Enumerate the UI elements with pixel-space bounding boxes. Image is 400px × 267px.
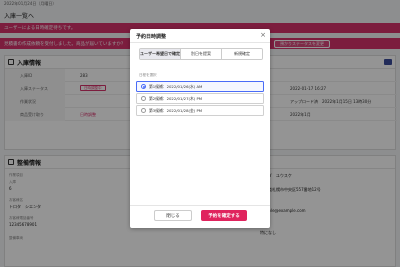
tab-bar: ユーザー希望日で確定 別日を提案 新規確定	[139, 48, 263, 60]
radio-checked-icon	[141, 84, 146, 89]
schedule-option[interactable]: 第2候補：2022/01/27(木) PM	[136, 93, 264, 104]
divider	[130, 42, 270, 43]
option-label: 第1候補：2022/01/26(水) AM	[149, 83, 203, 89]
tab-user-preferred[interactable]: ユーザー希望日で確定	[140, 49, 181, 59]
close-icon[interactable]: ×	[260, 31, 266, 39]
schedule-option[interactable]: 第1候補：2022/01/26(水) AM	[136, 81, 264, 92]
confirm-reservation-button[interactable]: 予約を確定する	[201, 210, 247, 221]
close-button[interactable]: 閉じる	[154, 210, 192, 221]
schedule-list-label: 日程を選択	[139, 73, 157, 77]
tab-new-confirm[interactable]: 新規確定	[222, 49, 262, 59]
divider	[130, 205, 270, 206]
radio-icon	[141, 108, 146, 113]
reservation-adjust-modal: 予約日時調整 × ユーザー希望日で確定 別日を提案 新規確定 日程を選択 第1候…	[130, 29, 270, 228]
modal-title: 予約日時調整	[136, 34, 167, 40]
radio-icon	[141, 96, 146, 101]
schedule-option[interactable]: 第3候補：2022/01/28(金) PM	[136, 105, 264, 116]
option-label: 第3候補：2022/01/28(金) PM	[149, 107, 203, 113]
tab-propose-other[interactable]: 別日を提案	[181, 49, 222, 59]
option-label: 第2候補：2022/01/27(木) PM	[149, 95, 203, 101]
